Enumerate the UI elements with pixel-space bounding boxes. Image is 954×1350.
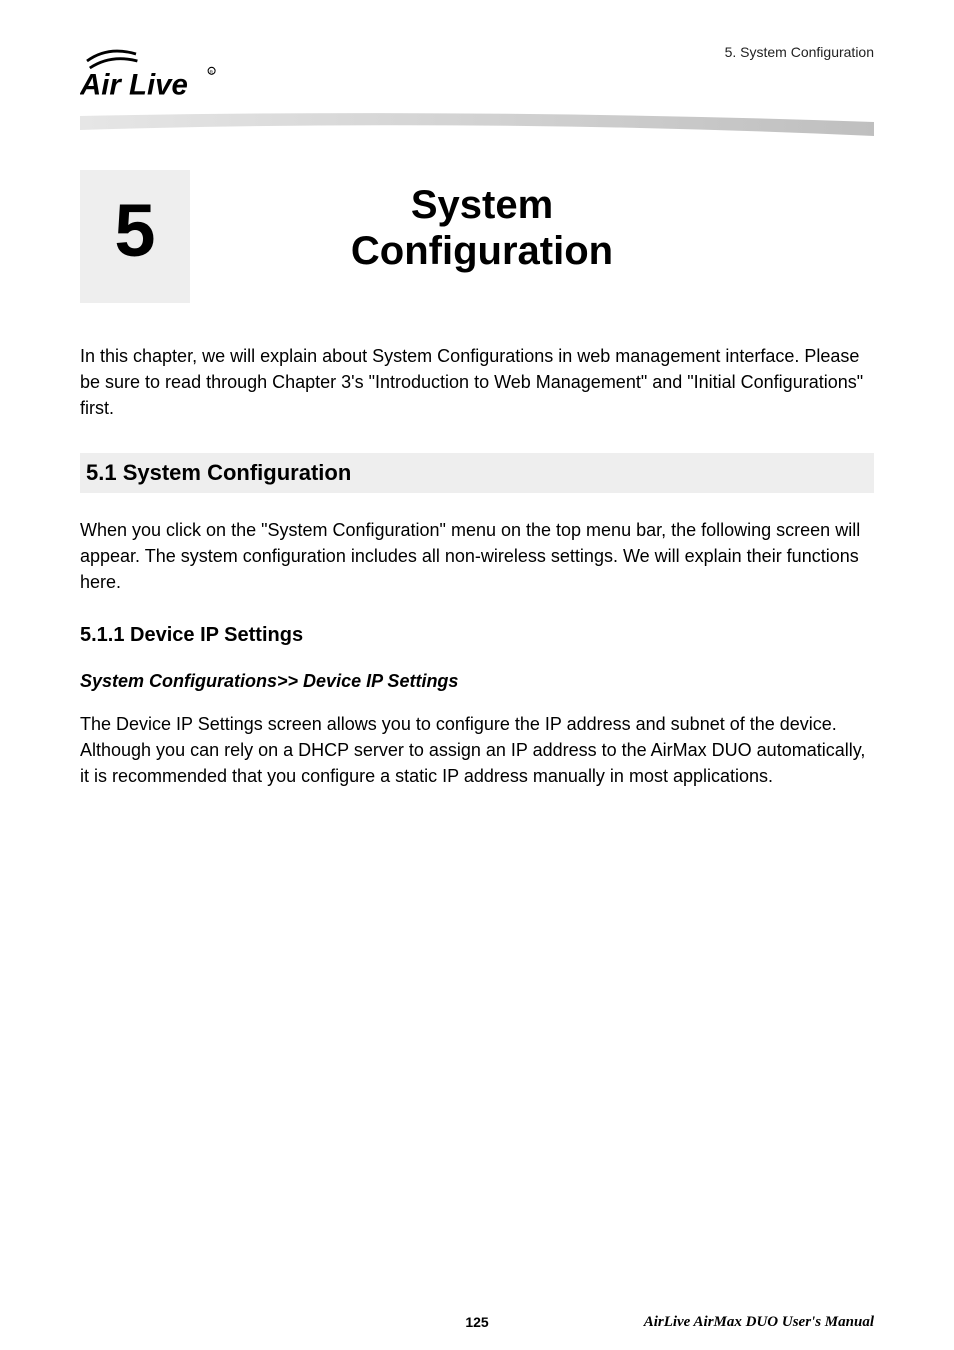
chapter-title-wrap: System Configuration: [190, 170, 874, 303]
page-body: In this chapter, we will explain about S…: [80, 343, 874, 789]
intro-paragraph: In this chapter, we will explain about S…: [80, 343, 874, 421]
section-heading: 5.1 System Configuration: [80, 453, 874, 493]
section-paragraph: When you click on the "System Configurat…: [80, 517, 874, 595]
brand-logo: Air Live R: [80, 40, 220, 110]
svg-text:R: R: [210, 70, 214, 76]
airlive-logo-icon: Air Live R: [80, 40, 220, 110]
chapter-number-box: 5: [80, 170, 190, 303]
chapter-number: 5: [114, 188, 155, 273]
subsection-heading: 5.1.1 Device IP Settings: [80, 621, 874, 650]
svg-text:Air Live: Air Live: [80, 69, 188, 102]
chapter-title-line1: System: [411, 183, 553, 227]
page: Air Live R 5. System Configuration 5 Sys…: [0, 0, 954, 1350]
subsection-paragraph: The Device IP Settings screen allows you…: [80, 711, 874, 789]
footer-page-number: 125: [465, 1314, 488, 1330]
page-header: Air Live R 5. System Configuration: [80, 40, 874, 110]
breadcrumb: System Configurations>> Device IP Settin…: [80, 668, 874, 694]
chapter-heading-block: 5 System Configuration: [80, 170, 874, 303]
chapter-title: System Configuration: [351, 170, 713, 274]
chapter-title-line2: Configuration: [351, 229, 613, 273]
header-section-label: 5. System Configuration: [725, 44, 874, 60]
footer-doc-title: AirLive AirMax DUO User's Manual: [644, 1314, 874, 1331]
header-divider-icon: [80, 108, 874, 148]
